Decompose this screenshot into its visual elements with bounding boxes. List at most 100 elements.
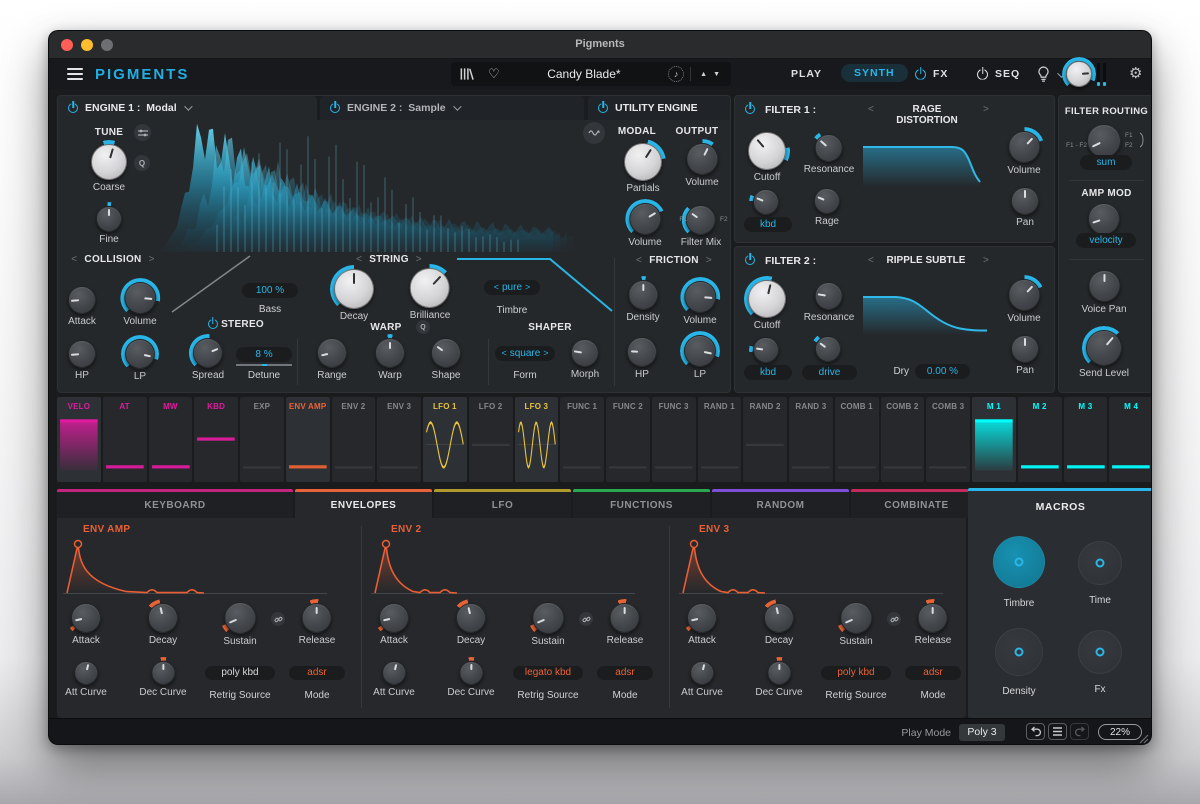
library-icon[interactable]	[459, 67, 474, 81]
shape-knob[interactable]: Shape	[431, 338, 461, 381]
volume-knob[interactable]: Volume	[123, 282, 156, 327]
menu-icon[interactable]	[67, 68, 83, 80]
decay-knob[interactable]: Decay	[456, 603, 486, 646]
fine-knob[interactable]: Fine	[96, 206, 122, 245]
lp-knob[interactable]: LP	[125, 339, 155, 382]
quantize-button[interactable]: Q	[134, 155, 150, 171]
mod-slot-velo[interactable]: VELO	[57, 397, 101, 482]
sustain-release-link-icon[interactable]	[579, 612, 593, 626]
filter1-kbd-button[interactable]: kbd	[744, 217, 792, 232]
tab-envelopes[interactable]: ENVELOPES	[295, 489, 432, 518]
resonance-knob[interactable]: Resonance	[804, 134, 855, 175]
mod-slot-func-3[interactable]: FUNC 3	[652, 397, 696, 482]
hp-knob[interactable]: HP	[68, 340, 96, 381]
engine1-power-icon[interactable]	[68, 103, 78, 113]
attack-knob[interactable]: Attack	[71, 603, 101, 646]
volume-knob[interactable]: Volume	[628, 203, 661, 248]
gear-icon[interactable]: ⚙	[1129, 64, 1142, 82]
filter2-drive-button[interactable]: drive	[802, 365, 857, 380]
wavetable-icon[interactable]	[583, 122, 605, 144]
sustain-knob[interactable]: Sustain	[839, 602, 872, 647]
volume-knob[interactable]: Volume	[685, 143, 718, 188]
filter2-kbd-button[interactable]: kbd	[744, 365, 792, 380]
filter2-prev-icon[interactable]: <	[868, 255, 874, 266]
collision-prev-icon[interactable]: <	[64, 254, 84, 265]
friction-next-icon[interactable]: >	[699, 255, 719, 266]
mod-slot-lfo-1[interactable]: LFO 1	[423, 397, 467, 482]
undo-button[interactable]	[1026, 723, 1045, 740]
range-knob[interactable]: Range	[317, 338, 347, 381]
spread-knob[interactable]: Spread	[192, 338, 224, 381]
mod-slot-mw[interactable]: MW	[149, 397, 193, 482]
tab-fx[interactable]: FX	[915, 68, 948, 80]
partials-knob[interactable]: Partials	[624, 143, 662, 194]
resonance-knob[interactable]: Resonance	[804, 282, 855, 323]
tune-settings-icon[interactable]	[134, 124, 151, 141]
utility-power-icon[interactable]	[598, 103, 608, 113]
att-curve-knob[interactable]: Att Curve	[373, 661, 415, 698]
attack-knob[interactable]: Attack	[379, 603, 409, 646]
send-level-knob[interactable]: Send Level	[1079, 330, 1129, 379]
density-knob[interactable]: Density	[626, 280, 659, 323]
mod-slot-lfo-3[interactable]: LFO 3	[515, 397, 559, 482]
volume-knob[interactable]: Volume	[1007, 131, 1040, 176]
engine2-power-icon[interactable]	[330, 103, 340, 113]
mod-slot-at[interactable]: AT	[103, 397, 147, 482]
release-knob[interactable]: Release	[299, 603, 336, 646]
stereo-power-icon[interactable]	[208, 319, 218, 329]
master-volume-knob[interactable]	[1066, 61, 1092, 87]
mod-slot-rand-3[interactable]: RAND 3	[789, 397, 833, 482]
release-knob[interactable]: Release	[915, 603, 952, 646]
env-mode-button[interactable]: adsr	[597, 666, 653, 680]
pan-knob[interactable]: Pan	[1011, 335, 1039, 376]
dec-curve-knob[interactable]: Dec Curve	[755, 661, 802, 698]
favorite-heart-icon[interactable]: ♡	[488, 66, 500, 82]
mod-slot-m-2[interactable]: M 2	[1018, 397, 1062, 482]
coarse-knob[interactable]: Coarse	[91, 144, 127, 193]
timbre-selector[interactable]: <pure>	[484, 280, 540, 295]
mod-slot-comb-1[interactable]: COMB 1	[835, 397, 879, 482]
string-prev-icon[interactable]: <	[349, 254, 369, 265]
amp-mod-knob[interactable]	[1088, 203, 1120, 235]
resize-handle[interactable]	[1137, 732, 1149, 744]
next-preset-button[interactable]: ▼	[710, 71, 723, 78]
detune-value[interactable]: 8 %	[236, 347, 292, 362]
collision-next-icon[interactable]: >	[142, 254, 162, 265]
tab-play[interactable]: PLAY	[791, 68, 822, 80]
volume-knob[interactable]: Volume	[1007, 279, 1040, 324]
retrig-source-button[interactable]: legato kbd	[513, 666, 583, 680]
mod-slot-lfo-2[interactable]: LFO 2	[469, 397, 513, 482]
filter1-power-icon[interactable]	[745, 104, 755, 114]
retrig-source-button[interactable]: poly kbd	[205, 666, 275, 680]
filter2-type[interactable]: RIPPLE SUBTLE	[881, 255, 971, 266]
env-mode-button[interactable]: adsr	[905, 666, 961, 680]
volume-knob[interactable]: Volume	[683, 281, 716, 326]
retrig-source-button[interactable]: poly kbd	[821, 666, 891, 680]
fx-power-icon[interactable]	[915, 69, 926, 80]
friction-prev-icon[interactable]: <	[629, 255, 649, 266]
dec-curve-knob[interactable]: Dec Curve	[139, 661, 186, 698]
morph-knob[interactable]: Morph	[571, 339, 599, 380]
macro-fx-knob[interactable]: Fx	[1078, 630, 1122, 674]
brilliance-knob[interactable]: Brilliance	[410, 268, 451, 321]
filter1-type[interactable]: RAGE DISTORTION	[885, 104, 969, 126]
lp-knob[interactable]: LP	[684, 335, 716, 380]
amp-mod-source-button[interactable]: velocity	[1076, 233, 1136, 248]
hp-knob[interactable]: HP	[627, 337, 657, 380]
bass-value[interactable]: 100 %	[242, 283, 298, 298]
mod-slot-comb-3[interactable]: COMB 3	[926, 397, 970, 482]
mod-slot-func-1[interactable]: FUNC 1	[560, 397, 604, 482]
tab-keyboard[interactable]: KEYBOARD	[57, 489, 293, 518]
play-mode-selector[interactable]: Poly 3	[959, 724, 1005, 741]
filter2-power-icon[interactable]	[745, 255, 755, 265]
cutoff-knob[interactable]: Cutoff	[748, 280, 786, 331]
macro-timbre-knob[interactable]: Timbre	[993, 536, 1045, 588]
tab-synth[interactable]: SYNTH	[841, 64, 908, 82]
detune-slider[interactable]	[236, 364, 292, 366]
rage-knob[interactable]: Rage	[814, 188, 840, 227]
mod-slot-env-3[interactable]: ENV 3	[377, 397, 421, 482]
tab-lfo[interactable]: LFO	[434, 489, 571, 518]
preset-name[interactable]: Candy Blade*	[500, 67, 668, 81]
tab-functions[interactable]: FUNCTIONS	[573, 489, 710, 518]
seq-power-icon[interactable]	[977, 69, 988, 80]
